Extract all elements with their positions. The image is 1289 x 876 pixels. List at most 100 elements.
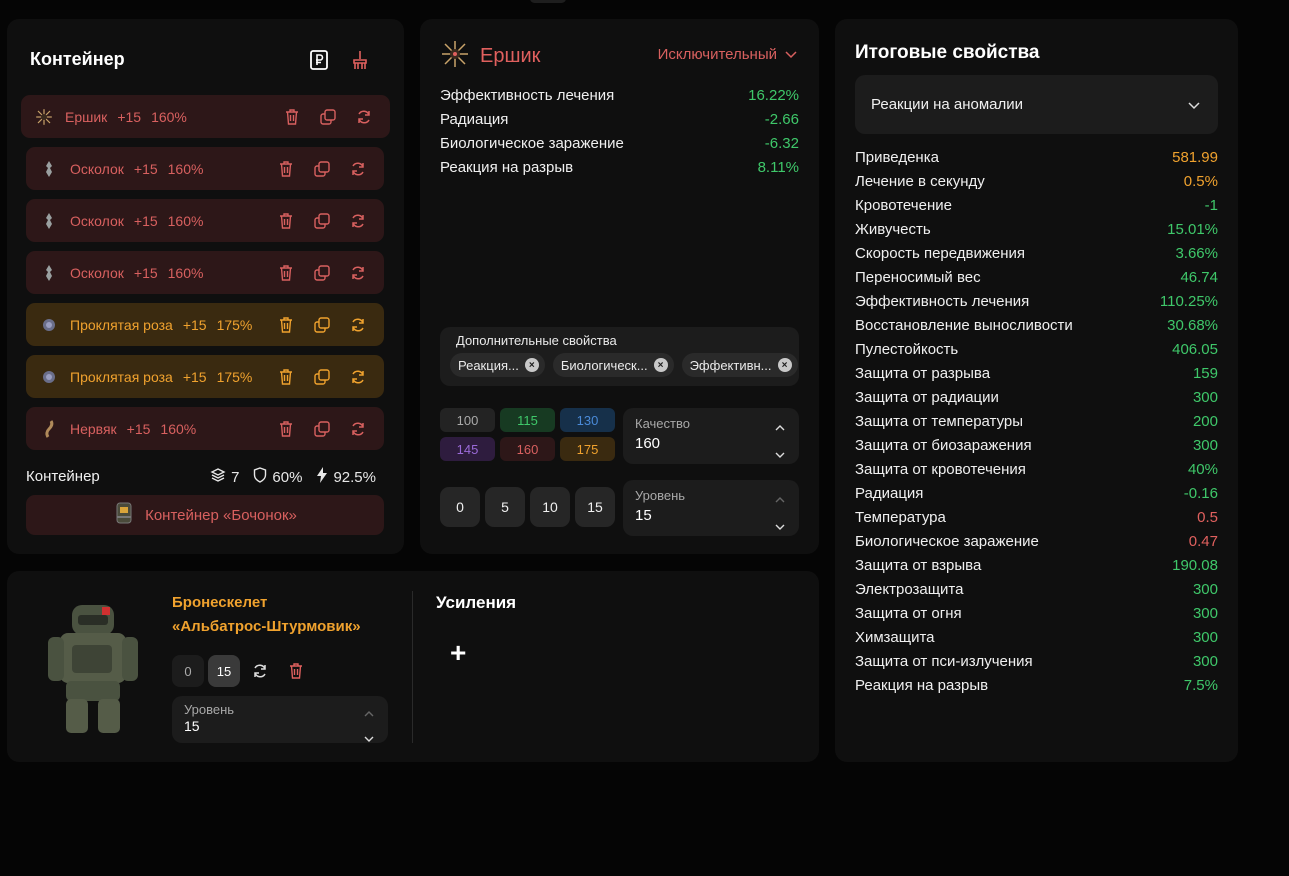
trash-icon[interactable] [280,655,312,687]
rarity-select[interactable]: Исключительный [658,46,797,63]
level-select[interactable]: Уровень 15 [623,480,799,536]
refresh-icon[interactable] [348,367,368,387]
artifact-row[interactable]: Ершик +15 160% [21,95,390,138]
shield-icon [253,467,267,487]
properties-filter-select[interactable]: Реакции на аномалии [855,75,1218,134]
trash-icon[interactable] [276,211,296,231]
property-row: Температура 0.5 [855,509,1218,533]
trash-icon[interactable] [282,107,302,127]
quality-option[interactable]: 175 [560,437,615,461]
broom-icon[interactable] [349,49,371,71]
refresh-icon[interactable] [348,159,368,179]
refresh-icon[interactable] [354,107,374,127]
level-option[interactable]: 10 [530,487,570,527]
armor-level-15[interactable]: 15 [208,655,240,687]
artifact-percent: 175% [216,316,253,333]
armor-level-0[interactable]: 0 [172,655,204,687]
chevron-up-icon[interactable] [775,418,785,436]
quality-option[interactable]: 160 [500,437,555,461]
copy-icon[interactable] [312,159,332,179]
protection-value: 60% [272,468,303,486]
level-option[interactable]: 15 [575,487,615,527]
artifact-row[interactable]: Нервяк +15 160% [26,407,384,450]
add-boost-button[interactable]: + [450,637,466,669]
close-icon[interactable]: × [777,358,792,372]
container-select-button[interactable]: Контейнер «Бочонок» [26,495,384,535]
chip-label: Эффективн... [689,357,772,373]
chevron-up-icon[interactable] [364,704,374,722]
copy-icon[interactable] [312,211,332,231]
quality-select[interactable]: Качество 160 [623,408,799,464]
quality-option[interactable]: 100 [440,408,495,432]
chevron-down-icon[interactable] [775,518,785,536]
copy-icon[interactable] [312,419,332,439]
refresh-icon[interactable] [348,419,368,439]
level-option[interactable]: 0 [440,487,480,527]
artifact-row[interactable]: Осколок +15 160% [26,199,384,242]
stat-name: Реакция на разрыв [440,159,574,176]
copy-icon[interactable] [312,263,332,283]
level-option[interactable]: 5 [485,487,525,527]
artifact-name: Осколок [70,160,124,177]
property-value: 0.47 [1188,533,1218,550]
property-name: Температура [855,509,946,526]
quality-grid: 100 115 130 145 160 175 [440,408,615,461]
property-row: Кровотечение -1 [855,197,1218,221]
divider [412,591,413,743]
copy-icon[interactable] [318,107,338,127]
level-label: Уровень [635,488,686,503]
chevron-down-icon[interactable] [775,446,785,464]
property-row: Эффективность лечения 110.25% [855,293,1218,317]
trash-icon[interactable] [276,419,296,439]
total-properties-panel: Итоговые свойства Реакции на аномалии Пр… [835,19,1238,762]
ruble-icon[interactable] [308,49,330,71]
artifact-percent: 160% [160,420,197,437]
copy-icon[interactable] [312,315,332,335]
trash-icon[interactable] [276,263,296,283]
property-name: Кровотечение [855,197,952,214]
property-chip[interactable]: Реакция... × [450,353,545,377]
item-panel: Ершик Исключительный Эффективность лечен… [420,19,819,554]
chevron-up-icon[interactable] [775,490,785,508]
refresh-icon[interactable] [348,263,368,283]
trash-icon[interactable] [276,315,296,335]
property-value: 30.68% [1167,317,1218,334]
copy-icon[interactable] [312,367,332,387]
refresh-icon[interactable] [348,211,368,231]
property-value: 406.05 [1172,341,1218,358]
property-row: Переносимый вес 46.74 [855,269,1218,293]
refresh-icon[interactable] [244,655,276,687]
stat-name: Биологическое заражение [440,135,624,152]
property-row: Реакция на разрыв 7.5% [855,677,1218,701]
artifact-row[interactable]: Проклятая роза +15 175% [26,303,384,346]
property-row: Химзащита 300 [855,629,1218,653]
properties-list: Приведенка 581.99 Лечение в секунду 0.5% Кро… [855,149,1218,701]
artifact-row[interactable]: Проклятая роза +15 175% [26,355,384,398]
property-row: Скорость передвижения 3.66% [855,245,1218,269]
chevron-down-icon[interactable] [364,730,374,748]
property-value: 300 [1192,389,1218,406]
property-name: Переносимый вес [855,269,981,286]
refresh-icon[interactable] [348,315,368,335]
trash-icon[interactable] [276,159,296,179]
property-row: Защита от огня 300 [855,605,1218,629]
quality-option[interactable]: 115 [500,408,555,432]
close-icon[interactable]: × [524,358,539,372]
quality-option[interactable]: 130 [560,408,615,432]
armor-level-select[interactable]: Уровень 15 [172,696,388,743]
item-stats: Эффективность лечения 16.22% Радиация -2.66… [440,87,799,183]
property-chip[interactable]: Биологическ... × [552,353,674,377]
close-icon[interactable]: × [653,358,668,372]
container-footer-label: Контейнер [26,468,100,485]
quality-option[interactable]: 145 [440,437,495,461]
property-row: Защита от температуры 200 [855,413,1218,437]
slots-count: 7 [231,468,240,486]
property-value: 7.5% [1183,677,1218,694]
property-chip[interactable]: Эффективн... × [681,353,798,377]
item-stat-row: Радиация -2.66 [440,111,799,135]
quality-value: 160 [635,435,661,452]
artifact-row[interactable]: Осколок +15 160% [26,251,384,294]
trash-icon[interactable] [276,367,296,387]
artifact-name: Ершик [65,108,108,125]
artifact-row[interactable]: Осколок +15 160% [26,147,384,190]
